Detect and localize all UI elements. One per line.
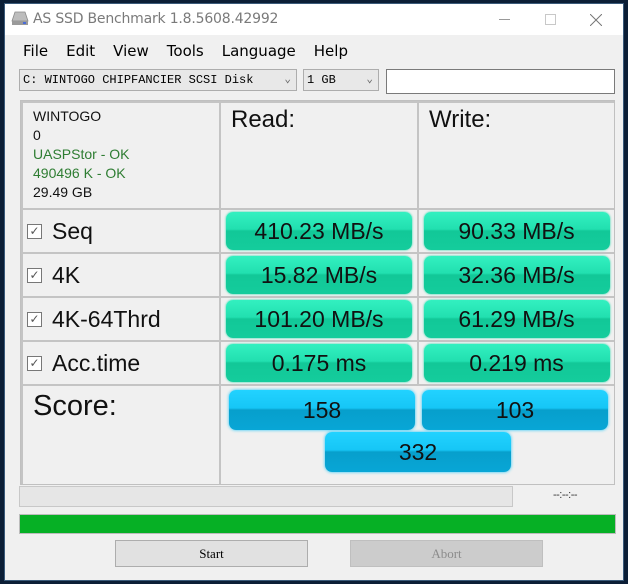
overall-progress-fill: [20, 515, 615, 533]
drive-info-panel: WINTOGO 0 UASPStor - OK 490496 K - OK 29…: [21, 101, 219, 208]
menu-help[interactable]: Help: [305, 39, 357, 63]
results-grid: WINTOGO 0 UASPStor - OK 490496 K - OK 29…: [20, 100, 615, 485]
score-read: 158: [229, 390, 415, 430]
score-write: 103: [422, 390, 608, 430]
test-row-seq[interactable]: ✓ Seq: [21, 208, 219, 252]
read-header: Read:: [219, 101, 417, 208]
menu-file[interactable]: File: [5, 39, 57, 63]
4k-read-value: 15.82 MB/s: [226, 256, 412, 294]
title-bar[interactable]: AS SSD Benchmark 1.8.5608.42992: [5, 4, 623, 35]
menu-bar: File Edit View Tools Language Help: [5, 39, 357, 63]
score-panel: 158 103 332: [219, 384, 614, 484]
minimize-button[interactable]: [481, 4, 527, 35]
checkbox-4k[interactable]: ✓: [27, 267, 42, 283]
checkbox-4k-64thrd[interactable]: ✓: [27, 311, 42, 327]
chevron-down-icon: ⌄: [366, 74, 373, 86]
acc-read-value: 0.175 ms: [226, 344, 412, 382]
size-select[interactable]: 1 GB ⌄: [303, 69, 379, 91]
seq-write-cell: 90.33 MB/s: [417, 208, 614, 252]
acc-write-value: 0.219 ms: [423, 344, 610, 382]
4k-write-cell: 32.36 MB/s: [417, 252, 614, 296]
maximize-icon: [544, 14, 556, 25]
4k64-write-value: 61.29 MB/s: [423, 300, 610, 338]
alignment-status: 490496 K - OK: [33, 165, 126, 181]
text-input[interactable]: [386, 69, 615, 94]
close-icon: [590, 13, 602, 26]
menu-edit[interactable]: Edit: [57, 39, 104, 63]
test-label: 4K: [52, 261, 81, 288]
chevron-down-icon: ⌄: [284, 74, 291, 86]
close-button[interactable]: [573, 4, 619, 35]
minimize-icon: [498, 18, 510, 20]
score-label: Score:: [21, 384, 219, 484]
test-row-4k[interactable]: ✓ 4K: [21, 252, 219, 296]
toolbar: C: WINTOGO CHIPFANCIER SCSI Disk ⌄ 1 GB …: [19, 67, 619, 94]
write-header: Write:: [417, 101, 614, 208]
window-title: AS SSD Benchmark 1.8.5608.42992: [33, 11, 279, 27]
test-row-4k-64thrd[interactable]: ✓ 4K-64Thrd: [21, 296, 219, 340]
test-label: Seq: [52, 217, 93, 244]
test-progress-bar: [19, 486, 513, 507]
test-row-acc-time[interactable]: ✓ Acc.time: [21, 340, 219, 384]
score-total: 332: [325, 432, 511, 472]
abort-button[interactable]: Abort: [350, 540, 543, 567]
acc-read-cell: 0.175 ms: [219, 340, 417, 384]
drive-select[interactable]: C: WINTOGO CHIPFANCIER SCSI Disk ⌄: [19, 69, 297, 91]
seq-read-cell: 410.23 MB/s: [219, 208, 417, 252]
overall-progress-bar: [19, 514, 616, 534]
app-window: AS SSD Benchmark 1.8.5608.42992 File Edi…: [4, 3, 624, 581]
seq-write-value: 90.33 MB/s: [423, 212, 610, 250]
drive-capacity: 29.49 GB: [33, 184, 93, 200]
test-label: 4K-64Thrd: [52, 305, 161, 332]
drive-name: WINTOGO: [33, 108, 102, 124]
drive-info-line: 0: [33, 127, 41, 143]
driver-status: UASPStor - OK: [33, 146, 130, 162]
maximize-button[interactable]: [527, 4, 573, 35]
time-readout: --:--:--: [552, 489, 578, 501]
4k-write-value: 32.36 MB/s: [423, 256, 610, 294]
menu-language[interactable]: Language: [213, 39, 305, 63]
size-select-value: 1 GB: [307, 73, 336, 87]
seq-read-value: 410.23 MB/s: [226, 212, 412, 250]
menu-tools[interactable]: Tools: [158, 39, 213, 63]
4k64-read-value: 101.20 MB/s: [226, 300, 412, 338]
drive-select-value: C: WINTOGO CHIPFANCIER SCSI Disk: [23, 73, 254, 87]
4k64-write-cell: 61.29 MB/s: [417, 296, 614, 340]
4k-read-cell: 15.82 MB/s: [219, 252, 417, 296]
checkbox-seq[interactable]: ✓: [27, 223, 42, 239]
start-button[interactable]: Start: [115, 540, 308, 567]
test-label: Acc.time: [52, 349, 141, 376]
acc-write-cell: 0.219 ms: [417, 340, 614, 384]
checkbox-acc-time[interactable]: ✓: [27, 355, 42, 371]
4k64-read-cell: 101.20 MB/s: [219, 296, 417, 340]
drive-icon: [11, 11, 29, 25]
menu-view[interactable]: View: [104, 39, 158, 63]
